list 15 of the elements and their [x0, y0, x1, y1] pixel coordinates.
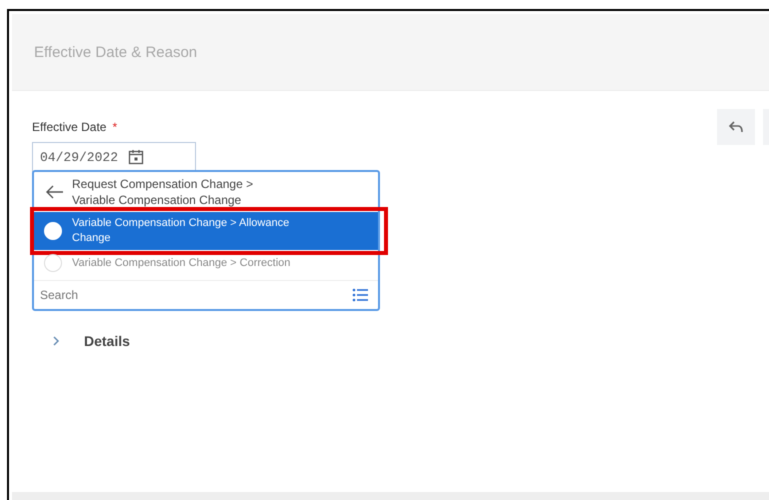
- search-field[interactable]: Search: [38, 287, 352, 303]
- back-arrow-icon[interactable]: [46, 185, 64, 199]
- required-mark: *: [112, 120, 118, 134]
- menu-path-title: Request Compensation Change > Variable Compensation Change: [72, 176, 254, 208]
- menu-option[interactable]: Variable Compensation Change > Allowance Change: [34, 212, 378, 250]
- undo-button[interactable]: [717, 109, 755, 145]
- field-label: Effective Date: [32, 120, 106, 134]
- chevron-icon: [52, 335, 60, 347]
- section-title: Effective Date & Reason: [34, 44, 198, 60]
- radio-button[interactable]: [44, 254, 62, 272]
- undo-icon: [728, 120, 744, 134]
- menu-option[interactable]: Variable Compensation Change > Correction: [34, 250, 378, 276]
- calendar-icon[interactable]: [128, 149, 144, 165]
- details-toggle[interactable]: Details: [32, 333, 130, 349]
- list-icon[interactable]: [352, 288, 368, 302]
